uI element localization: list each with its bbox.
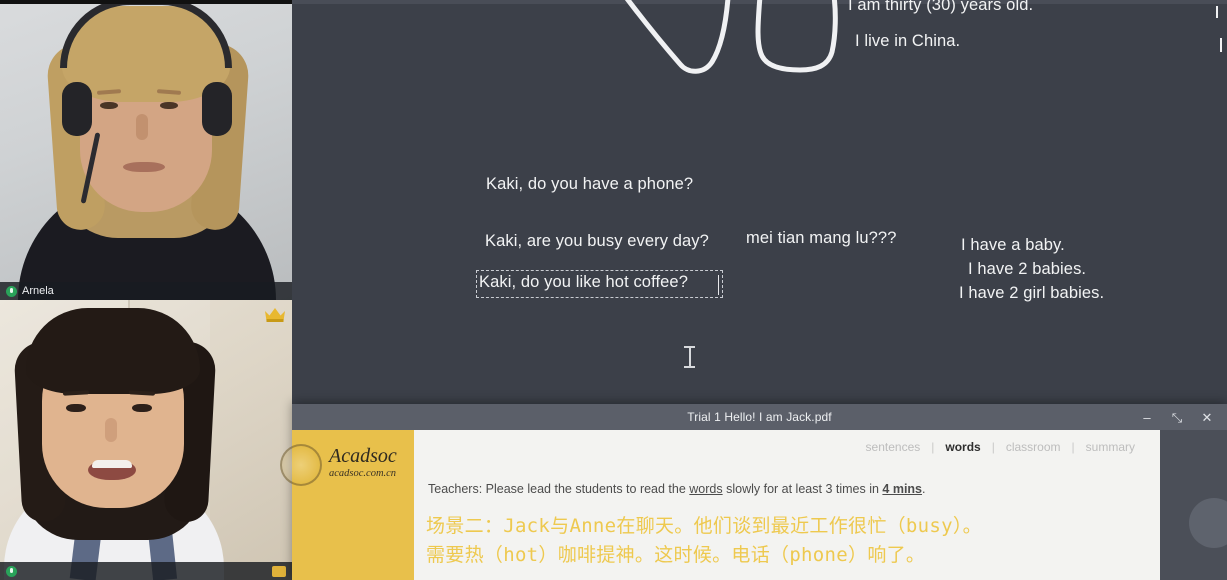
instruction-prefix: Teachers: Please lead the students to re… <box>428 482 690 496</box>
classroom-screen: I am thirty (30) years old. I live in Ch… <box>0 0 1227 580</box>
pdf-page: Acadsoc acadsoc.com.cn sentences | words… <box>280 430 1160 580</box>
stroke-fragment-b <box>1220 38 1222 52</box>
pdf-viewer-window[interactable]: Trial 1 Hello! I am Jack.pdf – ⤡ ✕ Acads… <box>280 404 1227 580</box>
microphone-icon <box>6 285 17 297</box>
stroke-fragment-a <box>1216 6 1218 18</box>
hand-drawn-annotation <box>624 0 838 74</box>
microphone-icon <box>6 565 17 577</box>
whiteboard-text-selection-box[interactable]: Kaki, do you like hot coffee? <box>476 270 723 298</box>
maximize-button[interactable]: ⤡ <box>1163 404 1191 430</box>
video-panel-column: Arnela <box>0 0 292 580</box>
tab-words[interactable]: words <box>934 440 991 454</box>
whiteboard-text-question-busy[interactable]: Kaki, are you busy every day? <box>485 232 709 251</box>
text-caret <box>718 275 719 295</box>
whiteboard-text-age[interactable]: I am thirty (30) years old. <box>848 0 1033 15</box>
video-tile-student[interactable] <box>0 300 292 580</box>
pdf-window-title: Trial 1 Hello! I am Jack.pdf <box>687 410 832 424</box>
brand-url: acadsoc.com.cn <box>329 468 397 479</box>
teacher-name-label: Arnela <box>22 285 54 297</box>
minimize-button[interactable]: – <box>1133 404 1161 430</box>
instruction-suffix: . <box>922 482 926 496</box>
whiteboard-text-question-phone[interactable]: Kaki, do you have a phone? <box>486 175 693 194</box>
whiteboard-text-baby-2[interactable]: I have 2 babies. <box>968 260 1086 279</box>
pdf-body: Acadsoc acadsoc.com.cn sentences | words… <box>280 430 1227 580</box>
tab-sentences[interactable]: sentences <box>855 440 932 454</box>
whiteboard-text-question-coffee[interactable]: Kaki, do you like hot coffee? <box>479 273 688 292</box>
mouse-text-cursor <box>684 346 695 368</box>
instruction-word-underlined: words <box>689 482 723 496</box>
video-tile-teacher[interactable]: Arnela <box>0 4 292 300</box>
instruction-time-underlined: 4 mins <box>882 482 923 496</box>
pdf-brand-sidebar: Acadsoc acadsoc.com.cn <box>280 430 414 580</box>
instruction-middle: slowly for at least 3 times in <box>722 482 883 496</box>
chinese-line-2: 需要热（hot）咖啡提神。这时候。电话（phone）响了。 <box>426 543 926 566</box>
whiteboard-text-baby-1[interactable]: I have a baby. <box>961 236 1065 255</box>
teacher-name-bar: Arnela <box>0 282 292 300</box>
whiteboard-text-baby-3[interactable]: I have 2 girl babies. <box>959 284 1104 303</box>
whiteboard-text-country[interactable]: I live in China. <box>855 32 960 51</box>
tab-summary[interactable]: summary <box>1075 440 1146 454</box>
teacher-instruction: Teachers: Please lead the students to re… <box>428 482 926 496</box>
crown-icon <box>265 308 285 322</box>
pdf-title-bar[interactable]: Trial 1 Hello! I am Jack.pdf – ⤡ ✕ <box>292 404 1227 430</box>
student-video-feed <box>0 300 292 580</box>
tab-classroom[interactable]: classroom <box>995 440 1072 454</box>
student-badge-group <box>272 565 286 577</box>
brand-name: Acadsoc <box>329 445 397 467</box>
close-button[interactable]: ✕ <box>1193 404 1221 430</box>
reward-badge-icon <box>272 565 286 577</box>
pdf-content-area: sentences | words | classroom | summary … <box>414 430 1160 580</box>
chinese-line-1: 场景二：Jack与Anne在聊天。他们谈到最近工作很忙（busy）。 <box>426 515 982 537</box>
chinese-scenario-text: 场景二：Jack与Anne在聊天。他们谈到最近工作很忙（busy）。 需要热（h… <box>426 512 1152 569</box>
teacher-video-feed <box>0 4 292 300</box>
student-name-bar <box>0 562 292 580</box>
whiteboard-text-pinyin[interactable]: mei tian mang lu??? <box>746 229 897 248</box>
window-controls: – ⤡ ✕ <box>1133 404 1221 430</box>
pdf-section-tabs: sentences | words | classroom | summary <box>855 440 1146 454</box>
acadsoc-logo: Acadsoc acadsoc.com.cn <box>296 445 410 480</box>
